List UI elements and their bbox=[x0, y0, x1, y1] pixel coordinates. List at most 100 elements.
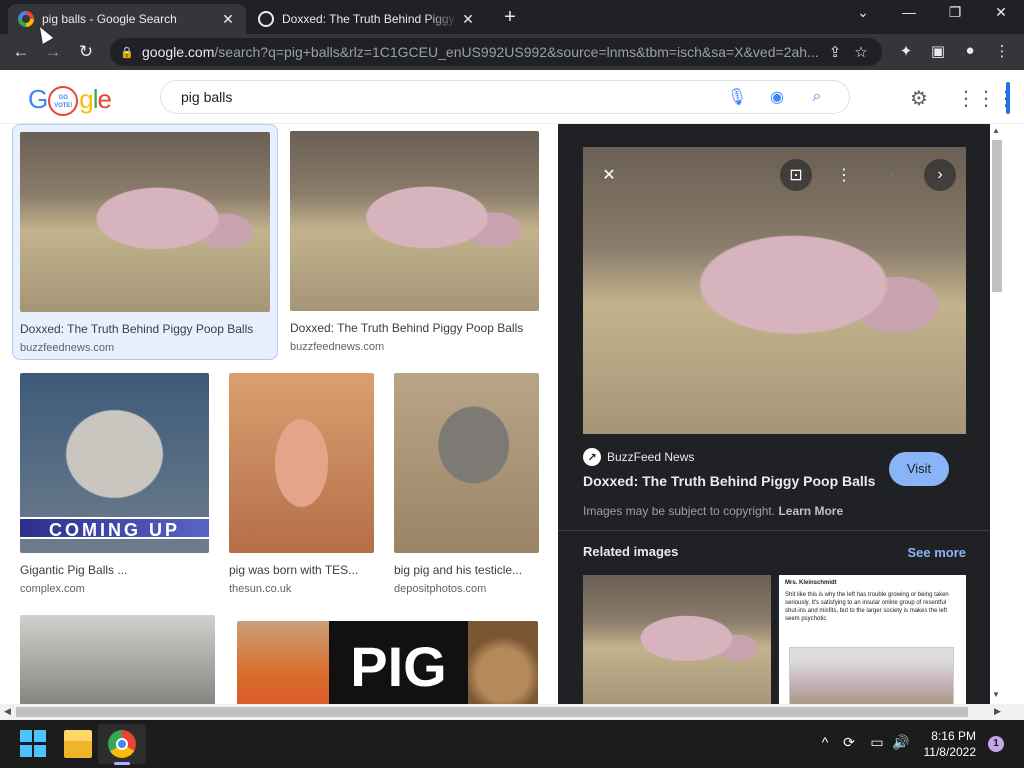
microphone-icon[interactable]: 🎙 bbox=[717, 87, 757, 107]
share-icon[interactable]: ⇪ bbox=[822, 43, 848, 61]
file-explorer-icon[interactable] bbox=[64, 730, 92, 758]
result-caption[interactable]: big pig and his testicle... bbox=[394, 563, 539, 577]
vote-doodle[interactable]: GO VOTE! bbox=[48, 86, 79, 117]
coming-up-banner: COMING UP bbox=[20, 517, 209, 540]
divider bbox=[558, 530, 990, 531]
extensions-icon[interactable]: ✦ bbox=[894, 42, 918, 60]
windows-taskbar: ^ ⟳ ▭ 🔊 8:16 PM 11/8/2022 1 bbox=[0, 720, 1024, 768]
result-source[interactable]: depositphotos.com bbox=[394, 583, 539, 595]
image-result-card[interactable]: PIG bbox=[237, 621, 538, 704]
tweet-text: Shit like this is why the left has troub… bbox=[785, 592, 949, 622]
result-thumbnail[interactable] bbox=[20, 615, 215, 704]
next-image-icon[interactable]: › bbox=[924, 159, 956, 191]
result-caption[interactable]: pig was born with TES... bbox=[229, 563, 374, 577]
apps-grid-icon[interactable]: ⋮⋮⋮ bbox=[956, 86, 1016, 111]
tab-search-icon[interactable]: ⌄ bbox=[848, 4, 878, 21]
tab-buzzfeed[interactable]: Doxxed: The Truth Behind Piggy Poop Ball… bbox=[248, 4, 486, 34]
result-thumbnail[interactable] bbox=[229, 373, 374, 553]
google-header: GGO VOTE!gle 🎙 ◉ ⌕ ⚙ ⋮⋮⋮ bbox=[0, 70, 1024, 124]
lock-icon[interactable]: 🔒 bbox=[120, 46, 134, 59]
horizontal-scrollbar[interactable]: ◀ ▶ bbox=[0, 704, 1024, 720]
forward-icon[interactable]: → bbox=[42, 42, 64, 62]
restore-icon[interactable]: ❐ bbox=[940, 4, 970, 21]
close-window-icon[interactable]: ✕ bbox=[986, 4, 1016, 21]
tweet-embedded-photo bbox=[789, 647, 954, 704]
person-photo bbox=[237, 621, 329, 704]
buzzfeed-favicon-icon bbox=[258, 11, 274, 27]
image-result-card[interactable] bbox=[20, 615, 215, 704]
account-edge bbox=[1006, 82, 1010, 114]
scroll-right-icon[interactable]: ▶ bbox=[994, 706, 1001, 717]
result-thumbnail[interactable] bbox=[394, 373, 539, 553]
close-tab-icon[interactable]: ✕ bbox=[220, 11, 236, 28]
volume-icon[interactable]: 🔊 bbox=[890, 734, 912, 751]
pig-word-text: PIG bbox=[329, 621, 468, 704]
preview-image[interactable] bbox=[583, 147, 966, 434]
tab-title: pig balls - Google Search bbox=[42, 12, 177, 26]
tab-strip: pig balls - Google Search ✕ Doxxed: The … bbox=[0, 0, 1024, 34]
image-preview-panel: ✕ ⊡ ⋮ ‹ › ↗ BuzzFeed News Doxxed: The Tr… bbox=[558, 124, 990, 704]
lens-search-icon[interactable]: ⊡ bbox=[780, 159, 812, 191]
result-thumbnail[interactable]: COMING UP bbox=[20, 373, 209, 553]
result-thumbnail[interactable]: PIG bbox=[237, 621, 538, 704]
see-more-link[interactable]: See more bbox=[907, 545, 966, 560]
search-icon[interactable]: ⌕ bbox=[797, 88, 837, 106]
scrollbar-thumb[interactable] bbox=[16, 707, 968, 717]
bookmark-star-icon[interactable]: ☆ bbox=[848, 43, 874, 61]
image-result-card[interactable]: Doxxed: The Truth Behind Piggy Poop Ball… bbox=[290, 131, 539, 353]
minimize-icon[interactable]: — bbox=[894, 4, 924, 20]
image-results-grid: Doxxed: The Truth Behind Piggy Poop Ball… bbox=[0, 124, 558, 704]
scroll-up-icon[interactable]: ▲ bbox=[992, 126, 1000, 135]
windows-start-icon[interactable] bbox=[20, 730, 48, 758]
back-icon[interactable]: ← bbox=[10, 42, 32, 62]
preview-source[interactable]: ↗ BuzzFeed News bbox=[583, 448, 694, 466]
image-result-card[interactable]: big pig and his testicle... depositphoto… bbox=[394, 373, 539, 595]
result-caption[interactable]: Doxxed: The Truth Behind Piggy Poop Ball… bbox=[290, 321, 539, 335]
profile-icon[interactable]: ● bbox=[958, 42, 982, 59]
previous-image-icon[interactable]: ‹ bbox=[876, 159, 908, 191]
scroll-down-icon[interactable]: ▼ bbox=[992, 690, 1000, 699]
new-tab-button[interactable]: + bbox=[500, 6, 520, 29]
more-options-icon[interactable]: ⋮ bbox=[828, 159, 860, 191]
system-clock[interactable]: 8:16 PM 11/8/2022 bbox=[914, 728, 977, 760]
running-indicator bbox=[114, 762, 130, 765]
result-thumbnail[interactable] bbox=[20, 132, 270, 312]
sync-icon[interactable]: ⟳ bbox=[838, 734, 860, 751]
scroll-left-icon[interactable]: ◀ bbox=[4, 706, 11, 717]
reload-icon[interactable]: ↻ bbox=[75, 42, 97, 62]
camera-lens-icon[interactable]: ◉ bbox=[757, 87, 797, 107]
tweet-author: Mrs. Kleinschmidt bbox=[785, 580, 837, 586]
result-source[interactable]: buzzfeednews.com bbox=[20, 342, 270, 354]
learn-more-link[interactable]: Learn More bbox=[778, 504, 843, 518]
image-result-card[interactable]: pig was born with TES... thesun.co.uk bbox=[229, 373, 374, 595]
result-source[interactable]: thesun.co.uk bbox=[229, 583, 374, 595]
result-source[interactable]: complex.com bbox=[20, 583, 209, 595]
related-image-tweet[interactable]: Mrs. Kleinschmidt Shit like this is why … bbox=[779, 575, 966, 704]
show-hidden-icons-icon[interactable]: ^ bbox=[814, 734, 836, 750]
image-result-card[interactable]: COMING UP Gigantic Pig Balls ... complex… bbox=[20, 373, 209, 595]
scrollbar-thumb[interactable] bbox=[992, 140, 1002, 292]
result-thumbnail[interactable] bbox=[290, 131, 539, 311]
settings-gear-icon[interactable]: ⚙ bbox=[906, 86, 932, 111]
preview-title[interactable]: Doxxed: The Truth Behind Piggy Poop Ball… bbox=[583, 473, 875, 489]
image-result-card[interactable]: Doxxed: The Truth Behind Piggy Poop Ball… bbox=[12, 124, 278, 360]
vertical-scrollbar[interactable]: ▲ ▼ bbox=[990, 124, 1024, 704]
network-icon[interactable]: ▭ bbox=[866, 734, 888, 751]
chrome-icon[interactable] bbox=[108, 730, 136, 758]
tab-title: Doxxed: The Truth Behind Piggy Poop Ball… bbox=[282, 12, 460, 26]
menu-kebab-icon[interactable]: ⋮ bbox=[990, 42, 1014, 60]
visit-button[interactable]: Visit bbox=[889, 452, 949, 486]
notification-badge[interactable]: 1 bbox=[988, 736, 1004, 752]
result-caption[interactable]: Doxxed: The Truth Behind Piggy Poop Ball… bbox=[20, 322, 270, 336]
search-box[interactable]: 🎙 ◉ ⌕ bbox=[160, 80, 850, 114]
result-caption[interactable]: Gigantic Pig Balls ... bbox=[20, 563, 209, 577]
related-image[interactable] bbox=[583, 575, 771, 704]
close-preview-icon[interactable]: ✕ bbox=[593, 159, 625, 191]
close-tab-icon[interactable]: ✕ bbox=[460, 11, 476, 28]
url-text[interactable]: google.com/search?q=pig+balls&rlz=1C1GCE… bbox=[142, 44, 822, 60]
side-panel-icon[interactable]: ▣ bbox=[926, 42, 950, 60]
result-source[interactable]: buzzfeednews.com bbox=[290, 341, 539, 353]
search-input[interactable] bbox=[181, 89, 717, 105]
address-bar[interactable]: 🔒 google.com/search?q=pig+balls&rlz=1C1G… bbox=[110, 38, 882, 66]
google-logo[interactable]: G GO VOTE! gle bbox=[28, 84, 112, 117]
